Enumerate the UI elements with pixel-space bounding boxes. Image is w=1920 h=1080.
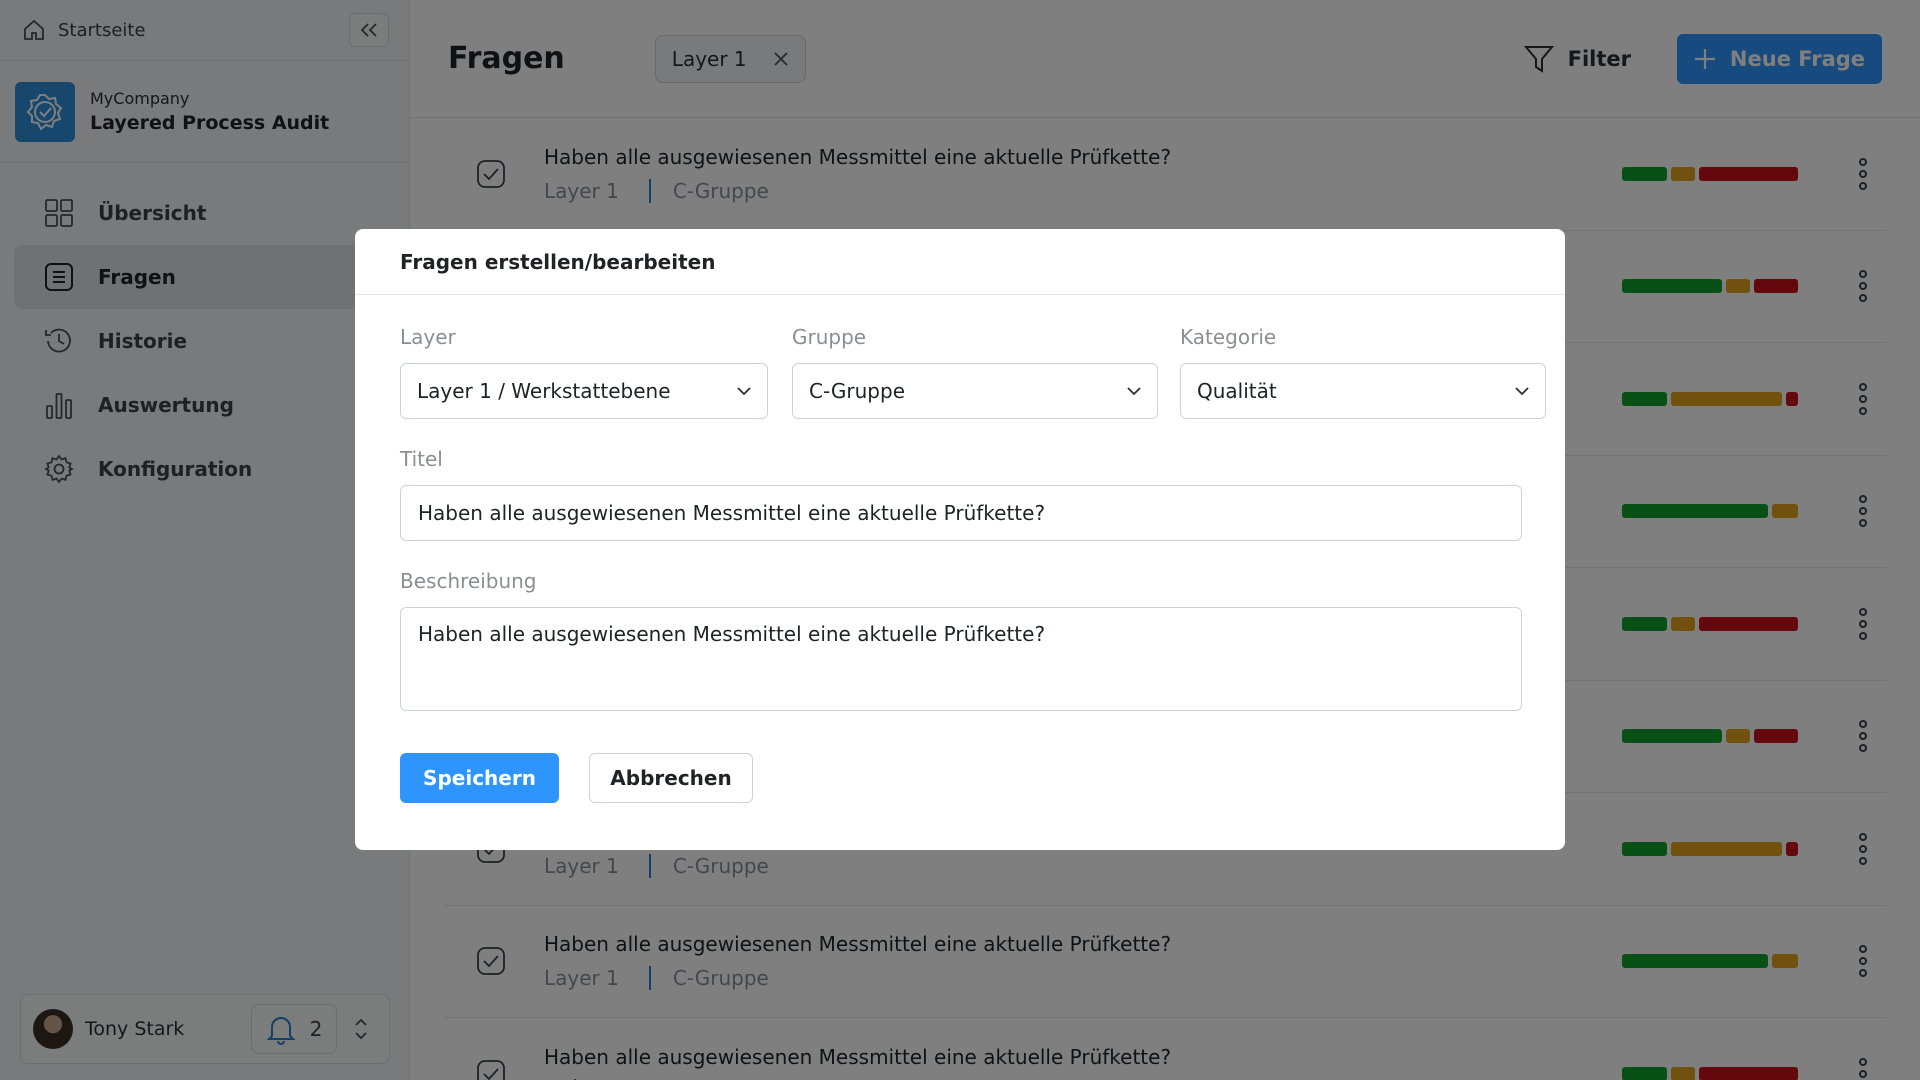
cancel-button[interactable]: Abbrechen (589, 753, 753, 803)
chevron-down-icon (1127, 386, 1141, 396)
category-select-value: Qualität (1197, 379, 1277, 403)
group-select[interactable]: C-Gruppe (792, 363, 1158, 419)
group-label: Gruppe (792, 325, 867, 349)
group-select-value: C-Gruppe (809, 379, 906, 403)
description-textarea[interactable]: Haben alle ausgewiesenen Messmittel eine… (400, 607, 1522, 711)
chevron-down-icon (737, 386, 751, 396)
description-label: Beschreibung (400, 569, 537, 593)
chevron-down-icon (1515, 386, 1529, 396)
category-label: Kategorie (1180, 325, 1277, 349)
save-button[interactable]: Speichern (400, 753, 559, 803)
dialog-title: Fragen erstellen/bearbeiten (400, 249, 716, 274)
layer-label: Layer (400, 325, 456, 349)
layer-select-value: Layer 1 / Werkstattebene (417, 379, 671, 403)
title-label: Titel (400, 447, 443, 471)
title-input[interactable]: Haben alle ausgewiesenen Messmittel eine… (400, 485, 1522, 541)
dialog-header: Fragen erstellen/bearbeiten (355, 229, 1565, 295)
question-edit-dialog: Fragen erstellen/bearbeiten Layer Layer … (355, 229, 1565, 850)
layer-select[interactable]: Layer 1 / Werkstattebene (400, 363, 768, 419)
category-select[interactable]: Qualität (1180, 363, 1546, 419)
